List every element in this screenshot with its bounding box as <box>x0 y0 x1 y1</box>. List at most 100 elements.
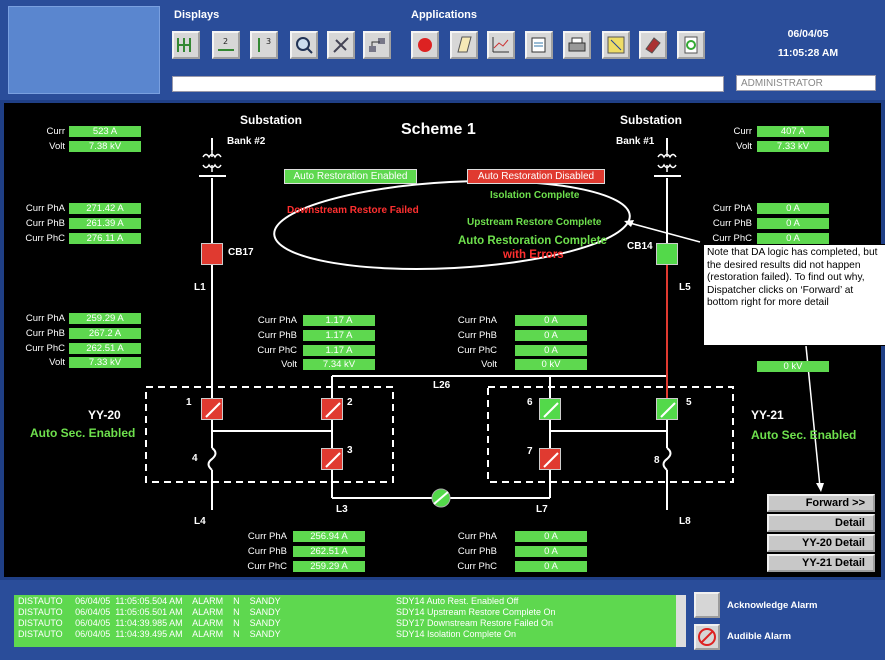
cb14-phb-value: 0 A <box>757 218 829 229</box>
switch-5-number: 5 <box>686 397 692 408</box>
bottomleft-phc-label: Curr PhC <box>247 561 287 572</box>
cb14-breaker[interactable] <box>656 243 678 265</box>
switch-7[interactable] <box>539 448 561 470</box>
alarm-row[interactable]: DISTAUTO 06/04/05 11:04:39.985 AM ALARM … <box>18 618 553 628</box>
audible-alarm-button[interactable] <box>694 624 720 650</box>
yy20-label: YY-20 <box>88 408 121 422</box>
switch-1-number: 1 <box>186 397 192 408</box>
midleft-phb-value: 1.17 A <box>303 330 375 341</box>
acknowledge-alarm-label: Acknowledge Alarm <box>727 600 818 611</box>
midright-pha-value: 0 A <box>515 315 587 326</box>
substation-right-title: Substation <box>620 113 682 127</box>
midleft-volt-value: 7.34 kV <box>303 359 375 370</box>
with-errors-text: with Errors <box>503 249 564 261</box>
midright-volt-value: 0 kV <box>515 359 587 370</box>
left-bank-volt-value: 7.38 kV <box>69 141 141 152</box>
midleft-volt-label: Volt <box>281 359 297 370</box>
cb17-breaker[interactable] <box>201 243 223 265</box>
right-bank-curr-label: Curr <box>733 126 752 137</box>
l1-phc-value: 262.51 A <box>69 343 141 354</box>
midleft-phc-label: Curr PhC <box>257 345 297 356</box>
isolation-complete-text: Isolation Complete <box>490 190 580 201</box>
bottomright-phb-label: Curr PhB <box>457 546 497 557</box>
l1-phb-label: Curr PhB <box>25 328 65 339</box>
bottomleft-phc-value: 259.29 A <box>293 561 365 572</box>
right-bank-curr-value: 407 A <box>757 126 829 137</box>
midright-volt-label: Volt <box>481 359 497 370</box>
l1-pha-value: 259.29 A <box>69 313 141 324</box>
left-bank-volt-label: Volt <box>49 141 65 152</box>
bottomright-phc-label: Curr PhC <box>457 561 497 572</box>
bottomright-phc-value: 0 A <box>515 561 587 572</box>
switch-3[interactable] <box>321 448 343 470</box>
line-l3-label: L3 <box>336 504 348 515</box>
acknowledge-alarm-button[interactable] <box>694 592 720 618</box>
l1-phc-label: Curr PhC <box>25 343 65 354</box>
cb14-label: CB14 <box>627 241 653 252</box>
yy21-detail-button[interactable]: YY-21 Detail <box>767 554 875 572</box>
yy21-label: YY-21 <box>751 408 784 422</box>
forward-button[interactable]: Forward >> <box>767 494 875 512</box>
auto-restoration-disabled-badge: Auto Restoration Disabled <box>467 169 605 184</box>
l1-phb-value: 267.2 A <box>69 328 141 339</box>
midleft-pha-label: Curr PhA <box>257 315 297 326</box>
switch-3-number: 3 <box>347 445 353 456</box>
switch-7-number: 7 <box>527 446 533 457</box>
switch-5[interactable] <box>656 398 678 420</box>
switch-2[interactable] <box>321 398 343 420</box>
annotation-callout: Note that DA logic has completed, but th… <box>703 244 885 346</box>
switch-6[interactable] <box>539 398 561 420</box>
bottomleft-phb-label: Curr PhB <box>247 546 287 557</box>
right-volt-value: 0 kV <box>757 361 829 372</box>
yy20-detail-button[interactable]: YY-20 Detail <box>767 534 875 552</box>
upstream-complete-text: Upstream Restore Complete <box>467 217 602 228</box>
scheme-title: Scheme 1 <box>401 121 476 138</box>
alarm-row[interactable]: DISTAUTO 06/04/05 11:05:05.501 AM ALARM … <box>18 607 556 617</box>
bank-left-label: Bank #2 <box>227 136 266 147</box>
cb17-phc-value: 276.11 A <box>69 233 141 244</box>
bottomright-pha-label: Curr PhA <box>457 531 497 542</box>
cb14-pha-value: 0 A <box>757 203 829 214</box>
cb14-phb-label: Curr PhB <box>712 218 752 229</box>
midright-phc-label: Curr PhC <box>457 345 497 356</box>
cb14-phc-label: Curr PhC <box>712 233 752 244</box>
right-bank-volt-label: Volt <box>736 141 752 152</box>
auto-restoration-enabled-badge: Auto Restoration Enabled <box>284 169 417 184</box>
midleft-phc-value: 1.17 A <box>303 345 375 356</box>
cb17-phb-value: 261.39 A <box>69 218 141 229</box>
l1-volt-label: Volt <box>49 357 65 368</box>
midright-pha-label: Curr PhA <box>457 315 497 326</box>
left-bank-curr-label: Curr <box>46 126 65 137</box>
cb17-phc-label: Curr PhC <box>25 233 65 244</box>
right-bank-volt-value: 7.33 kV <box>757 141 829 152</box>
alarm-row[interactable]: DISTAUTO 06/04/05 11:05:05.504 AM ALARM … <box>18 596 518 606</box>
cb17-pha-label: Curr PhA <box>25 203 65 214</box>
detail-button[interactable]: Detail <box>767 514 875 532</box>
left-bank-curr-value: 523 A <box>69 126 141 137</box>
cb17-phb-label: Curr PhB <box>25 218 65 229</box>
line-l5-label: L5 <box>679 282 691 293</box>
switch-6-number: 6 <box>527 397 533 408</box>
alarm-list[interactable]: DISTAUTO 06/04/05 11:05:05.504 AM ALARM … <box>14 595 676 647</box>
alarm-scrollbar[interactable] <box>676 595 686 647</box>
l1-volt-value: 7.33 kV <box>69 357 141 368</box>
switch-1[interactable] <box>201 398 223 420</box>
auto-complete-text: Auto Restoration Complete <box>458 235 607 247</box>
switch-4-number: 4 <box>192 453 198 464</box>
cb17-label: CB17 <box>228 247 254 258</box>
line-l1-label: L1 <box>194 282 206 293</box>
audible-alarm-label: Audible Alarm <box>727 631 792 642</box>
midright-phb-value: 0 A <box>515 330 587 341</box>
cb17-pha-value: 271.42 A <box>69 203 141 214</box>
line-l8-label: L8 <box>679 516 691 527</box>
substation-left-title: Substation <box>240 113 302 127</box>
l1-pha-label: Curr PhA <box>25 313 65 324</box>
bank-right-label: Bank #1 <box>616 136 655 147</box>
bottomright-phb-value: 0 A <box>515 546 587 557</box>
cb14-phc-value: 0 A <box>757 233 829 244</box>
midright-phc-value: 0 A <box>515 345 587 356</box>
cb14-pha-label: Curr PhA <box>712 203 752 214</box>
alarm-row[interactable]: DISTAUTO 06/04/05 11:04:39.495 AM ALARM … <box>18 629 516 639</box>
yy21-status: Auto Sec. Enabled <box>751 428 857 442</box>
bottomleft-pha-label: Curr PhA <box>247 531 287 542</box>
